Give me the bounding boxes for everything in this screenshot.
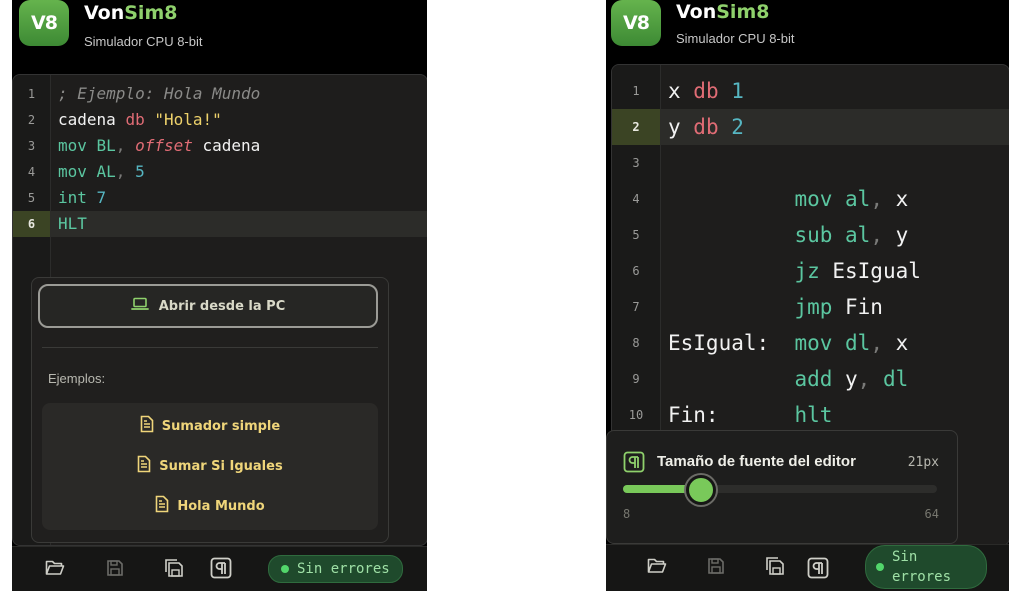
- slider-max-label: 64: [924, 507, 939, 521]
- code-line[interactable]: jz EsIgual: [668, 253, 920, 289]
- status-bar: Sin errores: [12, 546, 427, 591]
- line-number: 6: [13, 211, 50, 237]
- status-badge: Sin errores: [865, 545, 987, 589]
- open-from-pc-button[interactable]: Abrir desde la PC: [38, 284, 378, 328]
- left-panel: V8 VonSim8 Simulador CPU 8-bit 1 2 3 4 5 6 ; …: [12, 0, 427, 591]
- code-line[interactable]: y db 2: [668, 109, 744, 145]
- font-size-title: Tamaño de fuente del editor: [657, 453, 856, 470]
- code-line[interactable]: add y, dl: [668, 361, 908, 397]
- line-number: 3: [632, 156, 640, 170]
- slider-thumb[interactable]: [686, 475, 717, 505]
- example-sumar-si-iguales[interactable]: Sumar Si Iguales: [42, 455, 378, 477]
- code-line[interactable]: x db 1: [668, 73, 744, 109]
- file-text-icon: [140, 415, 154, 437]
- status-bar: Sin errores: [606, 544, 1009, 591]
- code-line[interactable]: int 7: [58, 185, 106, 211]
- app-title: VonSim8: [84, 2, 178, 24]
- file-text-icon: [155, 495, 169, 517]
- save-as-icon[interactable]: [161, 555, 187, 581]
- line-number: 10: [628, 408, 644, 422]
- line-number: 9: [632, 372, 640, 386]
- status-badge: Sin errores: [268, 555, 403, 583]
- code-line[interactable]: mov al, x: [668, 181, 908, 217]
- pilcrow-icon: [623, 451, 645, 477]
- code-line[interactable]: Fin: hlt: [668, 397, 832, 433]
- line-number: 3: [27, 139, 36, 153]
- code-line[interactable]: sub al, y: [668, 217, 908, 253]
- font-size-popup: Tamaño de fuente del editor 21px 8 64: [606, 430, 958, 544]
- line-number: 1: [632, 84, 640, 98]
- example-hola-mundo[interactable]: Hola Mundo: [42, 495, 378, 517]
- line-number: 4: [632, 192, 640, 206]
- folder-open-icon[interactable]: [644, 553, 670, 579]
- divider: [42, 347, 378, 348]
- active-line-highlight: [50, 211, 427, 237]
- status-dot: [281, 565, 289, 573]
- line-number: 2: [27, 113, 36, 127]
- save-icon[interactable]: [703, 553, 729, 579]
- open-from-pc-label: Abrir desde la PC: [158, 298, 286, 314]
- slider-min-label: 8: [623, 507, 631, 521]
- line-number: 5: [27, 191, 36, 205]
- save-icon[interactable]: [102, 555, 128, 581]
- code-line[interactable]: cadena db "Hola!": [58, 107, 222, 133]
- code-line[interactable]: ; Ejemplo: Hola Mundo: [58, 81, 260, 107]
- code-line[interactable]: mov AL, 5: [58, 159, 145, 185]
- folder-open-icon[interactable]: [42, 555, 68, 581]
- example-sumador-simple[interactable]: Sumador simple: [42, 415, 378, 437]
- app-subtitle: Simulador CPU 8-bit: [676, 31, 795, 46]
- right-panel: V8 VonSim8 Simulador CPU 8-bit 1 2 3 4 5 6 7 8 9…: [606, 0, 1009, 591]
- file-text-icon: [137, 455, 151, 477]
- examples-label: Ejemplos:: [48, 371, 106, 386]
- status-dot: [876, 563, 884, 571]
- code-line[interactable]: jmp Fin: [668, 289, 883, 325]
- line-number: 7: [632, 300, 640, 314]
- app-logo: V8: [19, 0, 69, 46]
- app-subtitle: Simulador CPU 8-bit: [84, 34, 203, 49]
- font-size-value: 21px: [907, 455, 939, 470]
- line-number: 8: [632, 336, 640, 350]
- pilcrow-icon[interactable]: [208, 555, 234, 581]
- file-menu-popup: Abrir desde la PC Ejemplos: Sumador simp…: [31, 277, 389, 543]
- line-number: 4: [27, 165, 36, 179]
- examples-list: Sumador simple Sumar Si Iguales Hola Mun…: [42, 403, 378, 530]
- app-logo: V8: [611, 0, 661, 46]
- code-line[interactable]: EsIgual: mov dl, x: [668, 325, 908, 361]
- code-line[interactable]: HLT: [58, 211, 87, 237]
- line-number: 6: [632, 264, 640, 278]
- font-size-slider[interactable]: [623, 475, 937, 505]
- line-number: 5: [632, 228, 640, 242]
- line-number: 1: [27, 87, 36, 101]
- code-line[interactable]: mov BL, offset cadena: [58, 133, 260, 159]
- code-editor[interactable]: 1 2 3 4 5 6 ; Ejemplo: Hola Mundo cadena db "H…: [12, 74, 427, 546]
- line-number: 2: [612, 109, 660, 145]
- laptop-icon: [130, 297, 149, 315]
- pilcrow-icon[interactable]: [805, 555, 831, 581]
- app-title: VonSim8: [676, 1, 770, 23]
- save-as-icon[interactable]: [762, 553, 788, 579]
